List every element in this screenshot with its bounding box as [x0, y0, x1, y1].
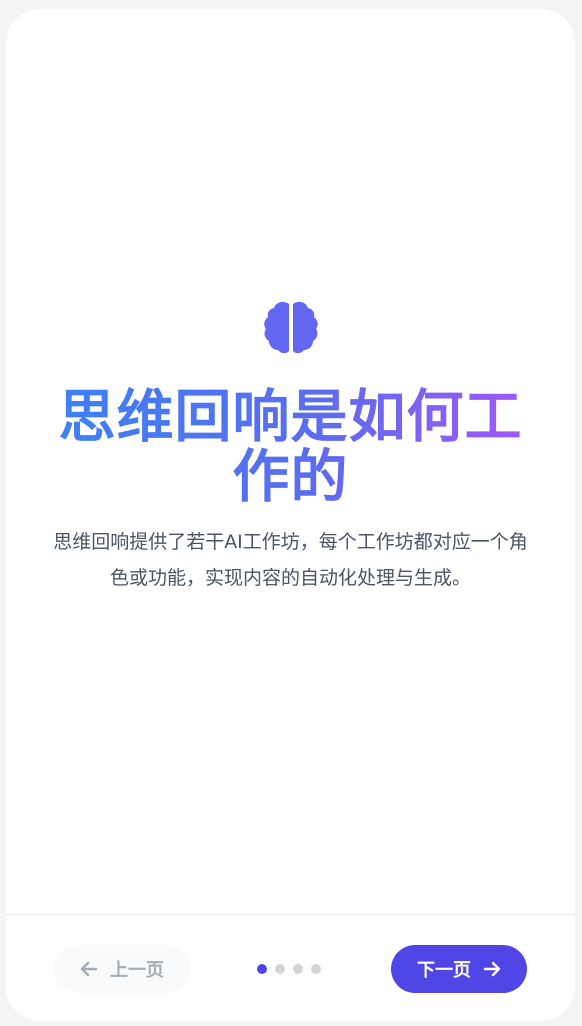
previous-page-button[interactable]: 上一页: [54, 945, 190, 993]
page-indicator: [257, 964, 321, 974]
footer-divider: [6, 914, 575, 915]
brain-icon: [264, 301, 318, 354]
page-title: 思维回响是如何工作的: [36, 387, 545, 507]
page-dot[interactable]: [311, 964, 321, 974]
next-page-button[interactable]: 下一页: [391, 945, 527, 993]
previous-page-label: 上一页: [110, 960, 164, 981]
arrow-left-icon: [80, 961, 98, 977]
page-dot[interactable]: [293, 964, 303, 974]
onboarding-card: 思维回响是如何工作的 思维回响提供了若干AI工作坊，每个工作坊都对应一个角色或功…: [6, 9, 575, 1021]
page-dot[interactable]: [275, 964, 285, 974]
next-page-label: 下一页: [417, 960, 471, 981]
description-text: 思维回响提供了若干AI工作坊，每个工作坊都对应一个角色或功能，实现内容的自动化处…: [53, 531, 528, 589]
arrow-right-icon: [483, 961, 501, 977]
page-dot-active[interactable]: [257, 964, 267, 974]
